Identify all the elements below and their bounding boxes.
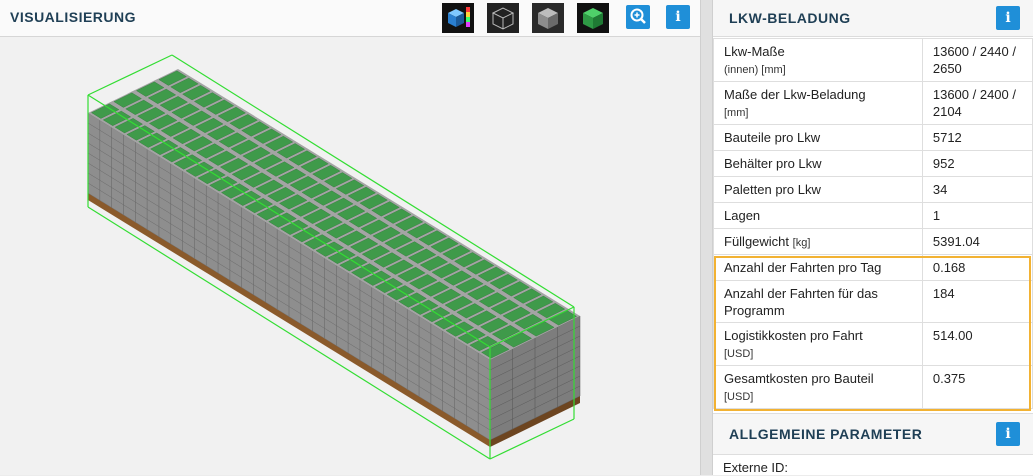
externe-id-row: Externe ID: <box>713 454 1033 476</box>
lkw-row-label: Paletten pro Lkw <box>724 182 821 197</box>
lkw-row-value: 184 <box>921 280 1033 323</box>
externe-id-label: Externe ID: <box>723 460 789 475</box>
lkw-row-label: Lagen <box>724 208 761 223</box>
color-view-button[interactable] <box>442 3 474 33</box>
wireframe-view-button[interactable] <box>487 3 519 33</box>
lkw-row-unit: (innen) [mm] <box>724 64 786 76</box>
visualisation-info-button[interactable]: i <box>666 5 690 29</box>
lkw-row-label-cell: Füllgewicht [kg] <box>713 228 923 255</box>
lkw-row-value: 5712 <box>921 124 1033 151</box>
lkw-row: Paletten pro Lkw 34 <box>713 176 1033 203</box>
lkw-row-label-cell: Paletten pro Lkw <box>713 176 923 203</box>
grey-view-button[interactable] <box>532 3 564 33</box>
lkw-row: Anzahl der Fahrten pro Tag 0.168 <box>713 254 1033 281</box>
lkw-row-label-cell: Anzahl der Fahrten pro Tag <box>713 254 923 281</box>
green-view-button[interactable] <box>577 3 609 33</box>
allgemeine-parameter-header: ALLGEMEINE PARAMETER i <box>713 413 1033 455</box>
grey-solid-cube-icon <box>532 3 564 33</box>
lkw-row: Bauteile pro Lkw 5712 <box>713 124 1033 151</box>
lkw-row: Lkw-Maße (innen) [mm] 13600 / 2440 / 2650 <box>713 38 1033 82</box>
lkw-row: Anzahl der Fahrten für das Programm 184 <box>713 280 1033 323</box>
lkw-row-label-cell: Lagen <box>713 202 923 229</box>
wireframe-cube-icon <box>487 3 519 33</box>
lkw-row-unit: [USD] <box>724 348 754 360</box>
lkw-row-label: Anzahl der Fahrten für das Programm <box>724 286 878 318</box>
lkw-row-label-cell: Logistikkosten pro Fahrt [USD] <box>713 322 923 366</box>
lkw-row: Füllgewicht [kg] 5391.04 <box>713 228 1033 255</box>
panel-divider[interactable] <box>700 0 713 475</box>
lkw-row-label: Maße der Lkw-Beladung <box>724 87 866 102</box>
lkw-row-label: Behälter pro Lkw <box>724 156 822 171</box>
lkw-row-value: 5391.04 <box>921 228 1033 255</box>
lkw-row-label-cell: Behälter pro Lkw <box>713 150 923 177</box>
lkw-row: Behälter pro Lkw 952 <box>713 150 1033 177</box>
zoom-icon <box>630 8 646 24</box>
lkw-row: Gesamtkosten pro Bauteil [USD] 0.375 <box>713 365 1033 409</box>
zoom-button[interactable] <box>626 5 650 29</box>
lkw-beladung-title: LKW-BELADUNG <box>729 10 851 26</box>
truck-scene <box>87 54 581 460</box>
lkw-beladung-header: LKW-BELADUNG i <box>713 0 1033 37</box>
lkw-row-value: 0.375 <box>921 365 1033 409</box>
color-palette-cube-icon <box>448 7 470 27</box>
lkw-row-label: Bauteile pro Lkw <box>724 130 821 145</box>
visualisation-title: VISUALISIERUNG <box>10 9 137 25</box>
data-panel: LKW-BELADUNG i Lkw-Maße (innen) [mm] 1360… <box>713 0 1033 475</box>
lkw-row-label: Lkw-Maße <box>724 44 785 59</box>
lkw-row-label: Anzahl der Fahrten pro Tag <box>724 260 882 275</box>
lkw-row-unit: [kg] <box>792 237 811 249</box>
lkw-row-unit: [USD] <box>724 391 754 403</box>
lkw-row-value: 952 <box>921 150 1033 177</box>
lkw-row-label-cell: Lkw-Maße (innen) [mm] <box>713 38 923 82</box>
lkw-row-label: Füllgewicht <box>724 234 790 249</box>
lkw-row-value: 0.168 <box>921 254 1033 281</box>
lkw-row-value: 514.00 <box>921 322 1033 366</box>
lkw-row-label: Gesamtkosten pro Bauteil <box>724 371 874 386</box>
lkw-row-value: 1 <box>921 202 1033 229</box>
lkw-row-unit: [mm] <box>724 107 749 119</box>
lkw-row: Lagen 1 <box>713 202 1033 229</box>
lkw-row: Maße der Lkw-Beladung [mm] 13600 / 2400 /… <box>713 81 1033 125</box>
allgemeine-parameter-info-button[interactable]: i <box>996 422 1020 446</box>
lkw-row: Logistikkosten pro Fahrt [USD] 514.00 <box>713 322 1033 366</box>
lkw-row-label: Logistikkosten pro Fahrt <box>724 328 863 343</box>
lkw-row-label-cell: Bauteile pro Lkw <box>713 124 923 151</box>
lkw-row-value: 13600 / 2440 / 2650 <box>921 38 1033 82</box>
visualisation-header: VISUALISIERUNG i <box>0 0 700 37</box>
lkw-beladung-info-button[interactable]: i <box>996 6 1020 30</box>
green-solid-cube-icon <box>577 3 609 33</box>
lkw-row-label-cell: Gesamtkosten pro Bauteil [USD] <box>713 365 923 409</box>
lkw-row-label-cell: Maße der Lkw-Beladung [mm] <box>713 81 923 125</box>
lkw-row-value: 34 <box>921 176 1033 203</box>
truck-load-3d-view[interactable] <box>0 37 700 475</box>
lkw-row-label-cell: Anzahl der Fahrten für das Programm <box>713 280 923 323</box>
visualisation-panel: VISUALISIERUNG i <box>0 0 700 475</box>
lkw-row-value: 13600 / 2400 / 2104 <box>921 81 1033 125</box>
allgemeine-parameter-title: ALLGEMEINE PARAMETER <box>729 426 923 442</box>
lkw-beladung-table: Lkw-Maße (innen) [mm] 13600 / 2440 / 2650… <box>713 38 1033 409</box>
